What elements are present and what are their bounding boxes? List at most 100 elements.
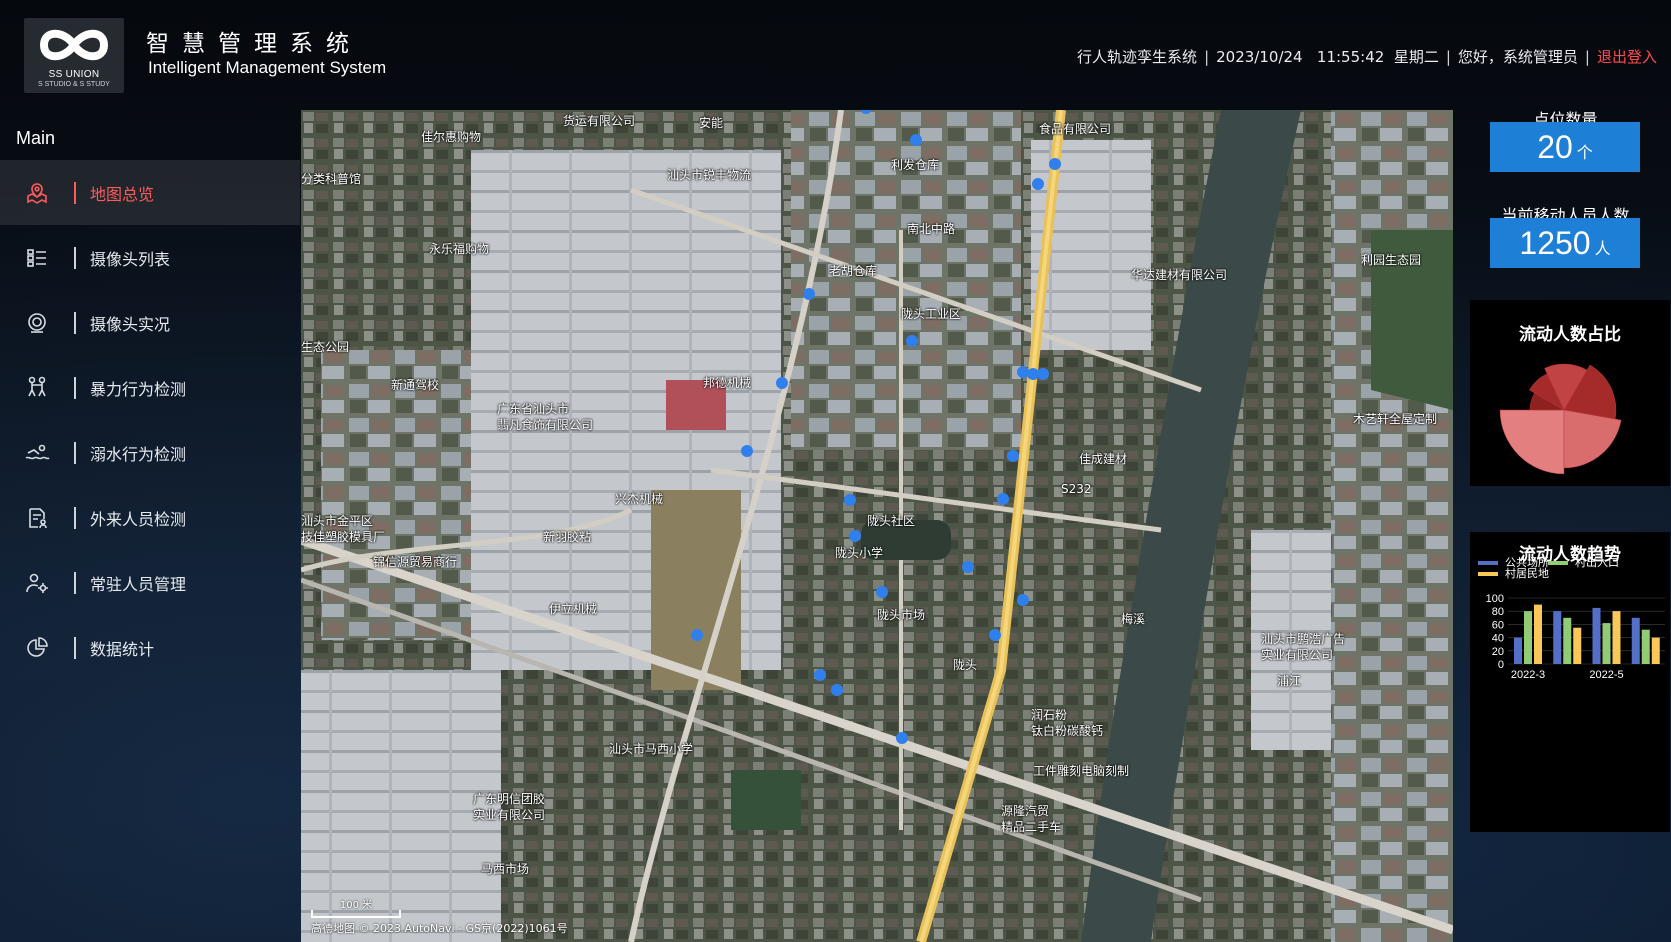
map-poi-label: 工件雕刻电脑刻制: [1033, 764, 1130, 778]
moving-people-box: 1250 人: [1490, 218, 1640, 268]
map-poi-label: 陇头市场: [877, 608, 926, 622]
map-poi-label: 技佳塑胶模具厂: [301, 530, 386, 544]
sidebar-item-resident-management[interactable]: 常驻人员管理: [0, 550, 300, 615]
infinity-logo-icon: [39, 29, 109, 61]
user-gear-icon: [22, 568, 52, 598]
list-icon: [22, 243, 52, 273]
map-poi-label: 广东明信团胶: [473, 792, 546, 806]
map-poi-label: 货运有限公司: [563, 114, 636, 128]
map-poi-label: 生态公园: [301, 340, 350, 354]
sidebar: Main 地图总览 摄像头列表 摄像头实况 暴力行为检测 溺水行为检测 外来人员…: [0, 110, 300, 942]
map-poi-label: 实业有限公司: [473, 808, 546, 822]
bar: [1592, 607, 1601, 664]
map-poi-label: 伊立机械: [549, 602, 598, 616]
right-panel: 点位数量 20 个 当前移动人员人数 1250 人 流动人数占比 流动人数趋势 公共…: [1460, 110, 1671, 942]
map-location-icon: [22, 178, 52, 208]
system-name: 行人轨迹孪生系统: [1077, 48, 1198, 66]
bar: [1534, 604, 1542, 664]
map-poi-label: 汕头市马西小学: [609, 742, 694, 756]
map-poi-label: 锦信源贸易商行: [373, 555, 458, 569]
y-tick-label: 60: [1492, 619, 1504, 631]
map-poi-label: 木艺轩全屋定制: [1353, 412, 1438, 426]
map-poi-label: 陇头工业区: [901, 307, 962, 321]
sidebar-item-camera-live[interactable]: 摄像头实况: [0, 290, 300, 355]
moving-people-value: 1250: [1519, 225, 1591, 261]
map-poi-label: 南北中路: [907, 222, 956, 236]
y-tick-label: 80: [1492, 606, 1504, 618]
map-poi-label: 安能: [699, 116, 724, 130]
legend-label: 村居民地: [1505, 566, 1549, 580]
menu-divider: [74, 311, 76, 334]
x-tick-label: 2022-3: [1511, 669, 1545, 681]
bar: [1524, 611, 1532, 664]
map-poi-label: 汕头市金平区: [301, 514, 374, 528]
pie-chart: [1499, 363, 1622, 475]
moving-people-unit: 人: [1594, 239, 1611, 258]
map-poi-label: S232: [1061, 482, 1092, 496]
x-tick-label: 2022-5: [1589, 669, 1623, 681]
points-count-unit: 个: [1576, 143, 1593, 162]
map-attribution: 100 米 高德地图 © 2023 AutoNavi - GS京(2022)10…: [311, 901, 568, 936]
pie-slice: [1499, 409, 1565, 475]
y-tick-label: 100: [1486, 593, 1504, 605]
map-poi-label: 佳尔惠购物: [421, 130, 482, 144]
pie-slice: [1563, 409, 1622, 469]
logo-line2: S STUDIO & S STUDY: [38, 81, 110, 88]
legend-swatch: [1478, 572, 1498, 576]
map-poi-label: 梅溪: [1121, 612, 1146, 626]
map-poi-label: 源隆汽贸: [1001, 804, 1050, 818]
satellite-map[interactable]: 佳尔惠购物 货运有限公司 安能 汕头市锐丰物流 利发仓库 食品有限公司 分类科普馆 永乐福购物…: [301, 110, 1453, 942]
person-document-icon: [22, 503, 52, 533]
map-poi-label: 润石粉: [1031, 708, 1068, 722]
separator: |: [1584, 48, 1590, 66]
map-poi-label: 实业有限公司: [1261, 648, 1334, 662]
map-poi-label: 利发仓库: [891, 158, 940, 172]
sidebar-item-map-overview[interactable]: 地图总览: [0, 160, 300, 225]
menu-divider: [74, 181, 76, 204]
current-time: 11:55:42: [1316, 48, 1385, 66]
legend-swatch: [1478, 561, 1498, 565]
sidebar-item-label: 常驻人员管理: [90, 574, 187, 594]
bar: [1651, 637, 1660, 664]
map-poi-label: 钛白粉碳酸钙: [1031, 724, 1104, 738]
map-poi-label: 陇头社区: [867, 514, 916, 528]
map-poi-label: 利园生态园: [1361, 253, 1422, 267]
sidebar-item-camera-list[interactable]: 摄像头列表: [0, 225, 300, 290]
map-poi-label: 永乐福购物: [429, 242, 490, 256]
map-poi-label: 马西市场: [481, 862, 530, 876]
pie-chart-panel: 流动人数占比: [1470, 300, 1670, 486]
sidebar-menu: 地图总览 摄像头列表 摄像头实况 暴力行为检测 溺水行为检测 外来人员检测 常驻…: [0, 160, 300, 680]
points-count-box: 20 个: [1490, 122, 1640, 172]
y-tick-label: 40: [1492, 633, 1504, 645]
map-poi-label: 翡凡食饰有限公司: [497, 418, 594, 432]
map-poi-label: 新羽胶粘: [543, 530, 592, 544]
y-tick-label: 0: [1498, 659, 1504, 671]
sidebar-item-outsider-detection[interactable]: 外来人员检测: [0, 485, 300, 550]
points-count-value: 20: [1537, 129, 1573, 165]
sidebar-item-label: 外来人员检测: [90, 509, 187, 529]
system-title-cn: 智慧管理系统: [146, 31, 362, 57]
system-title-en: Intelligent Management System: [148, 58, 387, 77]
bar: [1514, 637, 1522, 664]
map-poi-label: 华达建材有限公司: [1131, 268, 1228, 282]
sidebar-item-label: 溺水行为检测: [90, 444, 187, 464]
map-attribution-text: 高德地图 © 2023 AutoNavi - GS京(2022)1061号: [311, 922, 568, 935]
sidebar-item-data-statistics[interactable]: 数据统计: [0, 615, 300, 680]
bar: [1573, 627, 1582, 664]
separator: |: [1445, 48, 1451, 66]
map-poi-label: 广东省汕头市: [497, 402, 570, 416]
current-date: 2023/10/24: [1216, 48, 1303, 66]
menu-divider: [74, 246, 76, 269]
sidebar-item-violence-detection[interactable]: 暴力行为检测: [0, 355, 300, 420]
sidebar-title: Main: [16, 128, 56, 148]
sidebar-item-drowning-detection[interactable]: 溺水行为检测: [0, 420, 300, 485]
menu-divider: [74, 441, 76, 464]
map-poi-label: 浦江: [1277, 674, 1302, 688]
map-poi-label: 食品有限公司: [1039, 122, 1112, 136]
map-poi-label: 陇头小学: [835, 546, 884, 560]
bar: [1641, 629, 1650, 664]
bar: [1612, 611, 1621, 664]
logout-link[interactable]: 退出登入: [1597, 48, 1657, 66]
sidebar-item-label: 摄像头实况: [90, 314, 171, 334]
pie-chart-icon: [22, 633, 52, 663]
